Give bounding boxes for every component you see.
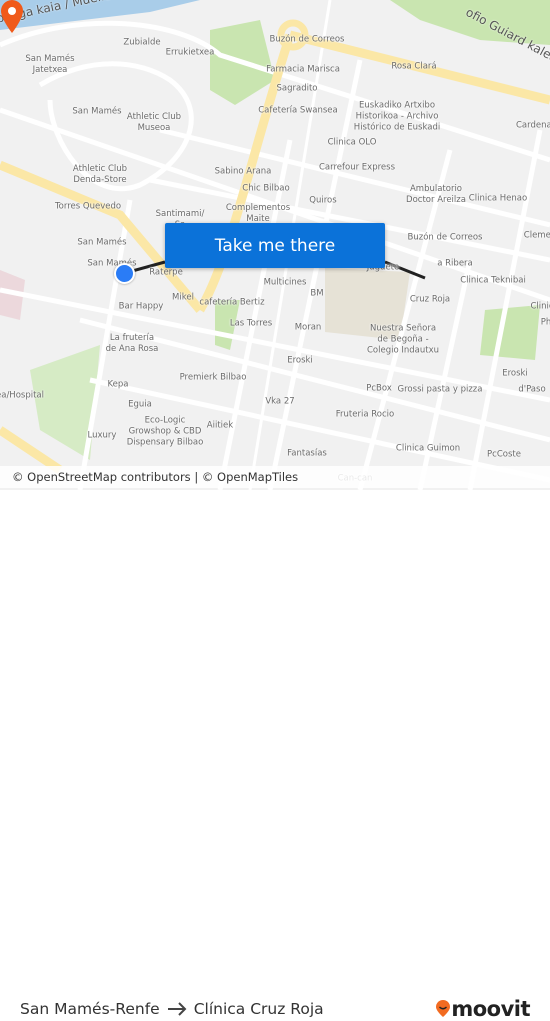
moovit-logo: moovit <box>435 997 530 1021</box>
map-poi-label: ea/Hospital <box>0 390 44 401</box>
map-poi-label: Ambulatorio Doctor Areilza <box>406 184 466 205</box>
map-poi-label: Rosa Clará <box>391 61 437 72</box>
map-poi-label: La frutería de Ana Rosa <box>105 333 159 354</box>
map-poi-label: Clemen <box>523 230 550 241</box>
map-poi-label: Fantasías <box>287 448 327 459</box>
map-poi-label: Sabino Arana <box>214 166 272 177</box>
map-poi-label: Cafetería Swansea <box>258 105 338 116</box>
map[interactable]: beaga kaia / Muelle de Olabeaga ofio Gui… <box>0 0 550 490</box>
map-poi-label: Las Torres <box>229 318 273 329</box>
map-poi-label: a Ribera <box>437 258 473 269</box>
map-poi-label: Fruteria Rocio <box>335 409 395 420</box>
map-poi-label: Athletic Club Museoa <box>126 112 182 133</box>
map-poi-label: Carrefour Express <box>319 162 395 173</box>
map-poi-label: Multicines <box>263 277 307 288</box>
map-poi-label: Complementos Maite <box>225 203 291 224</box>
map-poi-label: Buzón de Correos <box>269 34 345 45</box>
map-poi-label: Errukietxea <box>165 47 215 58</box>
map-poi-label: Raterpe <box>149 267 183 278</box>
map-poi-label: Buzón de Correos <box>407 232 483 243</box>
destination-pin-icon <box>1 0 23 33</box>
map-poi-label: Clinica OLO <box>327 137 377 148</box>
map-poi-label: Clinica Teknibai <box>460 275 526 286</box>
map-poi-label: cafetería Bertiz <box>199 297 265 308</box>
map-poi-label: PcCoste <box>487 449 521 460</box>
map-poi-label: Torres Quevedo <box>54 201 122 212</box>
map-poi-label: Sagradito <box>276 83 318 94</box>
map-poi-label: Bar Happy <box>118 301 164 312</box>
map-poi-label: Clinica Henao <box>468 193 528 204</box>
map-poi-label: Grossi pasta y pizza <box>397 384 483 395</box>
route-summary: San Mamés-Renfe Clínica Cruz Roja <box>20 1000 324 1018</box>
arrow-right-icon <box>167 1002 187 1016</box>
map-poi-label: Premierk Bilbao <box>179 372 247 383</box>
map-poi-label: Eguia <box>128 399 152 410</box>
moovit-pin-icon <box>436 1000 451 1017</box>
map-poi-label: Moran <box>294 322 322 333</box>
origin-marker <box>114 263 135 284</box>
map-poi-label: San Mamés <box>77 237 127 248</box>
map-poi-label: Kepa <box>107 379 129 390</box>
map-poi-label: PcBox <box>366 383 392 394</box>
destination-name: Clínica Cruz Roja <box>193 1000 324 1018</box>
take-me-there-button[interactable]: Take me there <box>165 223 385 268</box>
map-poi-label: Ph <box>540 317 550 328</box>
map-poi-label: Eco-Logic Growshop & CBD Dispensary Bilb… <box>126 415 204 448</box>
map-poi-label: Zubialde <box>123 37 161 48</box>
map-poi-label: San Mamés <box>72 106 122 117</box>
map-poi-label: Chic Bilbao <box>242 183 290 194</box>
map-poi-label: Farmacia Marisca <box>266 64 340 75</box>
map-poi-label: Eroski <box>287 355 313 366</box>
map-poi-label: BM <box>310 288 324 299</box>
map-poi-label: d'Paso <box>518 384 546 395</box>
map-poi-label: Athletic Club Denda-Store <box>72 164 128 185</box>
map-poi-label: San Mamés Jatetxea <box>25 54 75 75</box>
footer: San Mamés-Renfe Clínica Cruz Roja moovit <box>0 490 550 1021</box>
map-poi-label: Clinica Guimon <box>395 443 461 454</box>
map-attribution[interactable]: © OpenStreetMap contributors | © OpenMap… <box>0 466 550 488</box>
map-poi-label: Nuestra Señora de Begoña - Colegio Indau… <box>366 323 440 356</box>
origin-name: San Mamés-Renfe <box>20 1000 160 1018</box>
brand-name: moovit <box>451 997 530 1021</box>
map-poi-label: Cruz Roja <box>409 294 451 305</box>
map-poi-label: Euskadiko Artxibo Historikoa - Archivo H… <box>353 100 441 133</box>
map-poi-label: Luxury <box>87 430 117 441</box>
map-poi-label: Clinic <box>530 301 550 312</box>
map-poi-label: Cardenal <box>515 120 550 131</box>
map-poi-label: Mikel <box>172 292 194 303</box>
map-poi-label: Quiros <box>309 195 337 206</box>
map-poi-label: Aiitiek <box>206 420 234 431</box>
map-poi-label: Eroski <box>502 368 528 379</box>
map-poi-label: Vka 27 <box>265 396 295 407</box>
